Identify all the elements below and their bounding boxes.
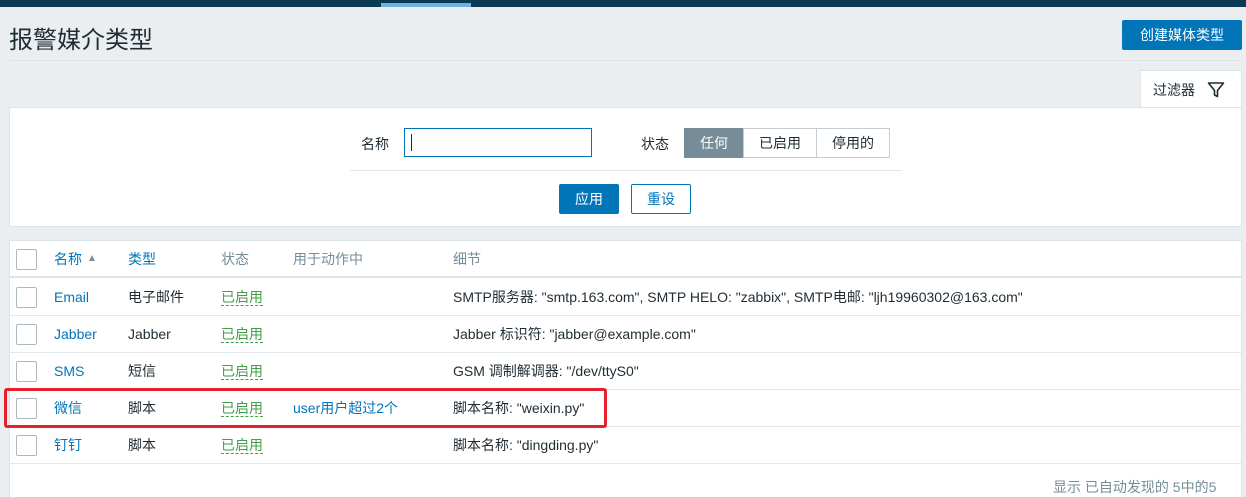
table-row: 微信 脚本 已启用 user用户超过2个 脚本名称: "weixin.py" [10, 390, 1241, 427]
column-header-used-in-actions: 用于动作中 [293, 241, 363, 276]
media-type-name-link[interactable]: 钉钉 [54, 435, 82, 455]
select-all-checkbox[interactable] [16, 249, 37, 270]
media-type-name-link[interactable]: Email [54, 289, 89, 305]
row-checkbox[interactable] [16, 287, 37, 308]
media-type-details: 脚本名称: "dingding.py" [453, 437, 599, 453]
row-checkbox[interactable] [16, 361, 37, 382]
media-type-name-link[interactable]: SMS [54, 363, 84, 379]
status-filter-label: 状态 [641, 136, 669, 152]
filter-tab[interactable]: 过滤器 [1140, 70, 1242, 108]
name-filter-input[interactable] [404, 128, 592, 157]
table-header: 名称 ▲ 类型 状态 用于动作中 细节 [10, 241, 1241, 278]
media-type-details: 脚本名称: "weixin.py" [453, 400, 585, 416]
status-option-enabled[interactable]: 已启用 [743, 128, 817, 158]
column-header-status[interactable]: 状态 [221, 241, 249, 276]
reset-button[interactable]: 重设 [631, 184, 691, 214]
column-header-details-label: 细节 [453, 250, 481, 267]
column-header-status-label: 状态 [221, 250, 249, 267]
media-type-name-link[interactable]: Jabber [54, 326, 97, 342]
column-header-name-label: 名称 [54, 250, 82, 267]
page-title: 报警媒介类型 [9, 27, 153, 54]
status-option-any[interactable]: 任何 [684, 128, 744, 158]
column-header-type-label: 类型 [128, 250, 156, 267]
media-type-details: GSM 调制解调器: "/dev/ttyS0" [453, 363, 639, 379]
table-row: 钉钉 脚本 已启用 脚本名称: "dingding.py" [10, 427, 1241, 464]
column-header-name[interactable]: 名称 ▲ [54, 241, 97, 276]
media-types-table: 名称 ▲ 类型 状态 用于动作中 细节 Email 电子邮件 已启用 SMTP服… [9, 240, 1242, 497]
media-type-type: 脚本 [128, 400, 156, 416]
media-type-details: Jabber 标识符: "jabber@example.com" [453, 326, 696, 342]
sort-ascending-icon: ▲ [87, 253, 97, 264]
table-row: Jabber Jabber 已启用 Jabber 标识符: "jabber@ex… [10, 316, 1241, 353]
table-row: Email 电子邮件 已启用 SMTP服务器: "smtp.163.com", … [10, 279, 1241, 316]
create-media-type-button[interactable]: 创建媒体类型 [1122, 20, 1242, 50]
table-footer-count: 显示 已自动发现的 5中的5 [1053, 479, 1217, 495]
name-filter-label: 名称 [361, 136, 389, 152]
text-caret [411, 134, 412, 151]
status-toggle-link[interactable]: 已启用 [221, 400, 263, 417]
status-option-disabled[interactable]: 停用的 [816, 128, 890, 158]
apply-button[interactable]: 应用 [559, 184, 619, 214]
status-toggle-link[interactable]: 已启用 [221, 289, 263, 306]
status-segmented-control: 任何 已启用 停用的 [684, 128, 890, 158]
column-header-type[interactable]: 类型 [128, 241, 156, 276]
used-in-action-link[interactable]: user用户超过2个 [293, 398, 398, 418]
row-checkbox[interactable] [16, 324, 37, 345]
status-toggle-link[interactable]: 已启用 [221, 363, 263, 380]
top-navigation-bar [0, 0, 1246, 7]
filter-tab-label: 过滤器 [1153, 81, 1195, 98]
table-row: SMS 短信 已启用 GSM 调制解调器: "/dev/ttyS0" [10, 353, 1241, 390]
media-type-type: 短信 [128, 363, 156, 379]
status-toggle-link[interactable]: 已启用 [221, 326, 263, 343]
funnel-icon [1207, 81, 1225, 97]
media-type-type: 电子邮件 [128, 289, 184, 305]
filter-panel: 名称 状态 任何 已启用 停用的 应用 重设 [9, 107, 1242, 227]
status-toggle-link[interactable]: 已启用 [221, 437, 263, 454]
media-type-details: SMTP服务器: "smtp.163.com", SMTP HELO: "zab… [453, 289, 1023, 305]
row-checkbox[interactable] [16, 398, 37, 419]
column-header-details: 细节 [453, 241, 481, 276]
media-type-name-link[interactable]: 微信 [54, 398, 82, 418]
column-header-used-in-actions-label: 用于动作中 [293, 250, 363, 267]
media-type-type: 脚本 [128, 437, 156, 453]
row-checkbox[interactable] [16, 435, 37, 456]
title-divider [9, 60, 1242, 61]
top-nav-active-indicator [381, 3, 471, 7]
filter-divider [350, 170, 902, 171]
media-type-type: Jabber [128, 326, 171, 342]
